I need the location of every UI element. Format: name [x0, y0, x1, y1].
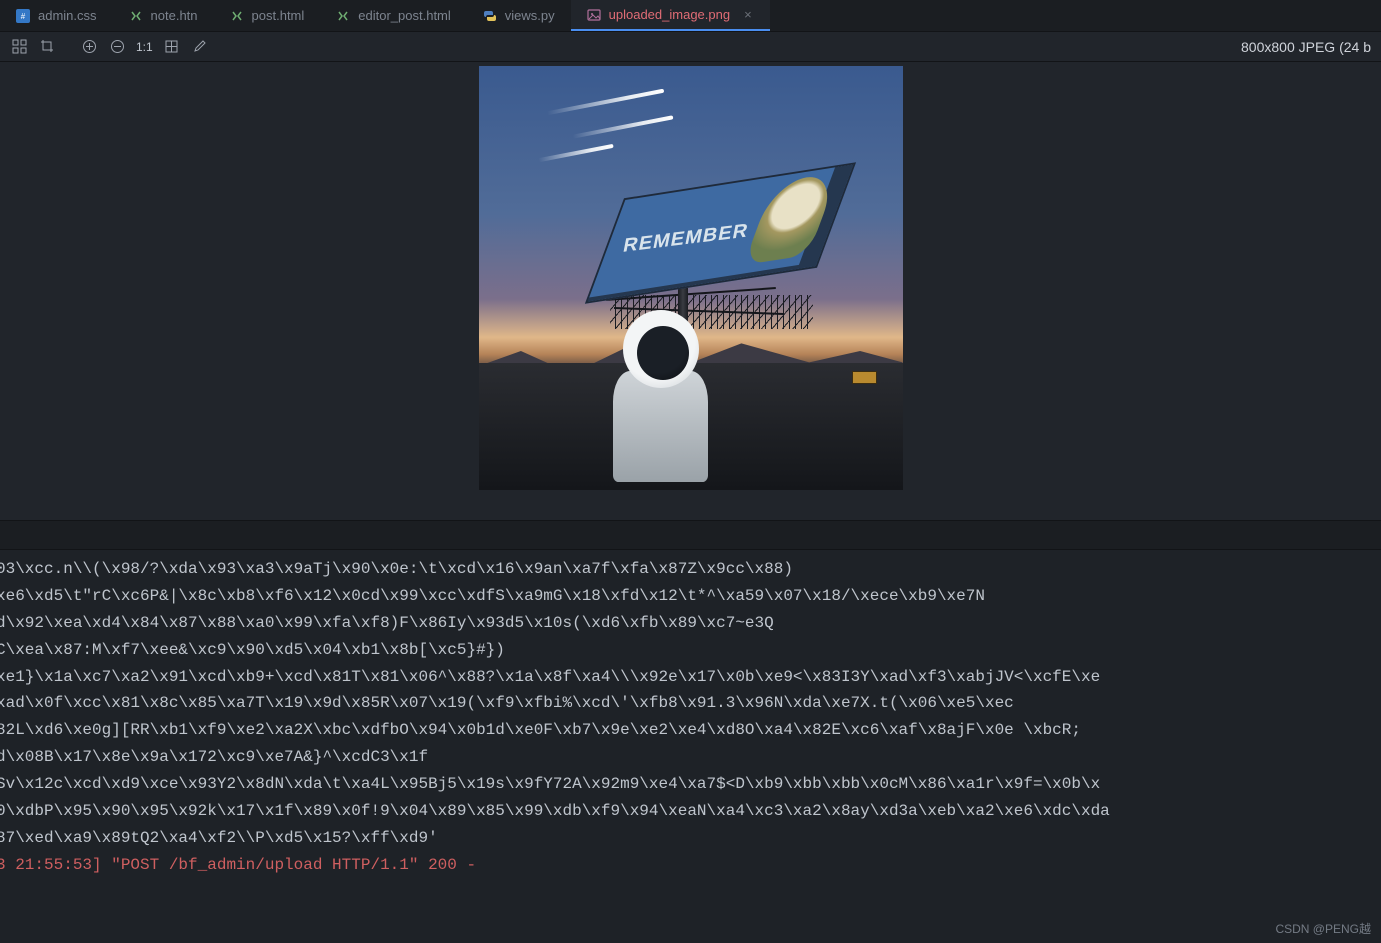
tab-label: admin.css [38, 8, 97, 23]
image-toolbar: 1:1 800x800 JPEG (24 b [0, 32, 1381, 62]
zoom-ratio-label[interactable]: 1:1 [136, 40, 153, 54]
terminal-line: C\xea\x87:M\xf7\xee&\xc9\x90\xd5\x04\xb1… [0, 637, 1381, 664]
close-icon[interactable]: × [744, 7, 754, 22]
watermark: CSDN @PENG越 [1275, 920, 1371, 937]
tab-label: post.html [252, 8, 305, 23]
tab-label: views.py [505, 8, 555, 23]
python-file-icon [483, 9, 497, 23]
html-file-icon [230, 9, 244, 23]
grid-icon[interactable] [163, 38, 181, 56]
svg-text:#: # [21, 12, 26, 21]
terminal-line: 82L\xd6\xe0g][RR\xb1\xf9\xe2\xa2X\xbc\xd… [0, 717, 1381, 744]
tab-uploaded-image[interactable]: uploaded_image.png × [571, 0, 770, 31]
terminal-line: xad\x0f\xcc\x81\x8c\x85\xa7T\x19\x9d\x85… [0, 690, 1381, 717]
select-all-icon[interactable] [10, 38, 28, 56]
css-file-icon: # [16, 9, 30, 23]
html-file-icon [336, 9, 350, 23]
image-viewer[interactable]: REMEMBER [0, 62, 1381, 520]
zoom-in-icon[interactable] [80, 38, 98, 56]
tab-admin-css[interactable]: # admin.css [0, 0, 113, 31]
terminal-line: Sv\x12c\xcd\xd9\xce\x93Y2\x8dN\xda\t\xa4… [0, 771, 1381, 798]
terminal-line: d\x08B\x17\x8e\x9a\x172\xc9\xe7A&}^\xcdC… [0, 744, 1381, 771]
terminal-line: xe6\xd5\t"rC\xc6P&|\x8c\xb8\xf6\x12\x0cd… [0, 583, 1381, 610]
tab-label: uploaded_image.png [609, 7, 730, 22]
image-file-icon [587, 8, 601, 22]
tab-label: note.htn [151, 8, 198, 23]
tab-note-htn[interactable]: note.htn [113, 0, 214, 31]
terminal-line: 0\xdbP\x95\x90\x95\x92k\x17\x1f\x89\x0f!… [0, 798, 1381, 825]
tab-views-py[interactable]: views.py [467, 0, 571, 31]
tab-post-html[interactable]: post.html [214, 0, 321, 31]
editor-tabbar: # admin.css note.htn post.html editor_po… [0, 0, 1381, 32]
terminal-line: 87\xed\xa9\x89tQ2\xa4\xf2\\P\xd5\x15?\xf… [0, 825, 1381, 852]
terminal-line: d\x92\xea\xd4\x84\x87\x88\xa0\x99\xfa\xf… [0, 610, 1381, 637]
terminal-status-line: 3 21:55:53] "POST /bf_admin/upload HTTP/… [0, 852, 1381, 879]
zoom-out-icon[interactable] [108, 38, 126, 56]
panel-separator[interactable] [0, 520, 1381, 550]
html-file-icon [129, 9, 143, 23]
image-meta-label: 800x800 JPEG (24 b [1241, 39, 1371, 55]
image-preview: REMEMBER [479, 66, 903, 490]
tab-label: editor_post.html [358, 8, 451, 23]
color-picker-icon[interactable] [191, 38, 209, 56]
terminal-line: xe1}\x1a\xc7\xa2\x91\xcd\xb9+\xcd\x81T\x… [0, 664, 1381, 691]
terminal-line: 03\xcc.n\\(\x98/?\xda\x93\xa3\x9aTj\x90\… [0, 556, 1381, 583]
tab-editor-post-html[interactable]: editor_post.html [320, 0, 467, 31]
terminal-output[interactable]: 03\xcc.n\\(\x98/?\xda\x93\xa3\x9aTj\x90\… [0, 550, 1381, 943]
crop-icon[interactable] [38, 38, 56, 56]
